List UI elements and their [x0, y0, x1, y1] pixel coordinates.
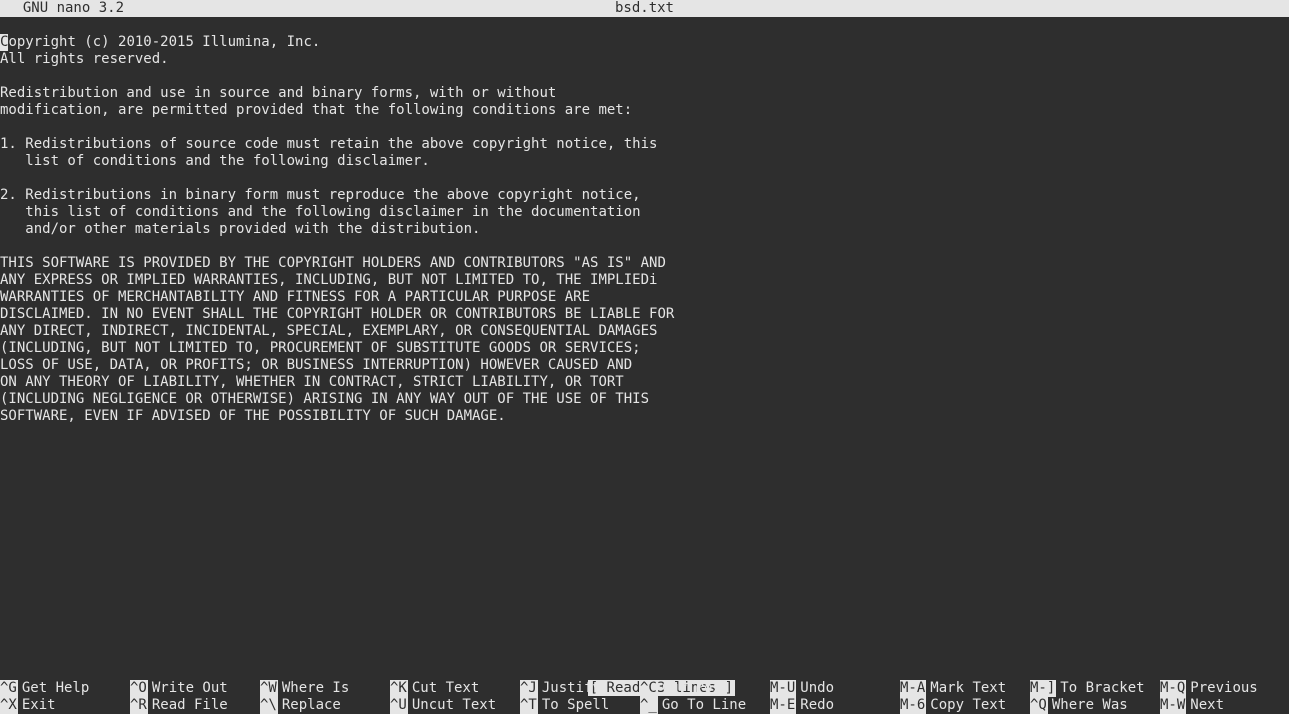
text-line[interactable]: and/or other materials provided with the…: [0, 221, 1289, 238]
shortcut-key: M-E: [770, 697, 796, 714]
text-line[interactable]: LOSS OF USE, DATA, OR PROFITS; OR BUSINE…: [0, 357, 1289, 374]
shortcut-key: ^J: [520, 680, 538, 697]
text-line[interactable]: (INCLUDING, BUT NOT LIMITED TO, PROCUREM…: [0, 340, 1289, 357]
text-line[interactable]: SOFTWARE, EVEN IF ADVISED OF THE POSSIBI…: [0, 408, 1289, 425]
shortcut-item[interactable]: ^RRead File: [130, 697, 260, 714]
shortcut-key: ^C: [640, 680, 658, 697]
shortcut-desc: To Spell: [538, 697, 609, 714]
shortcut-key: ^\: [260, 697, 278, 714]
text-line[interactable]: [0, 119, 1289, 136]
app-name: GNU nano 3.2: [0, 0, 124, 17]
shortcut-desc: Undo: [796, 680, 834, 697]
shortcut-desc: Previous: [1186, 680, 1257, 697]
text-line[interactable]: All rights reserved.: [0, 51, 1289, 68]
shortcut-desc: Next: [1186, 697, 1224, 714]
shortcut-key: M-6: [900, 697, 926, 714]
shortcut-desc: Go To Line: [658, 697, 746, 714]
text-line[interactable]: [0, 238, 1289, 255]
shortcut-key: ^O: [130, 680, 148, 697]
text-line[interactable]: Redistribution and use in source and bin…: [0, 85, 1289, 102]
shortcut-item[interactable]: ^_Go To Line: [640, 697, 770, 714]
shortcut-key: ^G: [0, 680, 18, 697]
text-line[interactable]: DISCLAIMED. IN NO EVENT SHALL THE COPYRI…: [0, 306, 1289, 323]
text-line[interactable]: THIS SOFTWARE IS PROVIDED BY THE COPYRIG…: [0, 255, 1289, 272]
shortcut-desc: To Bracket: [1056, 680, 1144, 697]
shortcut-key: ^R: [130, 697, 148, 714]
shortcut-desc: Cur Pos: [658, 680, 721, 697]
text-line[interactable]: 1. Redistributions of source code must r…: [0, 136, 1289, 153]
shortcut-item[interactable]: ^OWrite Out: [130, 680, 260, 697]
shortcut-item[interactable]: ^\Replace: [260, 697, 390, 714]
shortcut-desc: Mark Text: [926, 680, 1006, 697]
shortcut-key: ^K: [390, 680, 408, 697]
shortcut-item[interactable]: ^GGet Help: [0, 680, 130, 697]
text-line[interactable]: WARRANTIES OF MERCHANTABILITY AND FITNES…: [0, 289, 1289, 306]
text-line[interactable]: list of conditions and the following dis…: [0, 153, 1289, 170]
shortcut-key: ^W: [260, 680, 278, 697]
shortcut-desc: Where Is: [278, 680, 349, 697]
shortcut-key: ^Q: [1030, 697, 1048, 714]
shortcut-desc: Justify: [538, 680, 601, 697]
text-line[interactable]: (INCLUDING NEGLIGENCE OR OTHERWISE) ARIS…: [0, 391, 1289, 408]
text-line[interactable]: this list of conditions and the followin…: [0, 204, 1289, 221]
shortcut-desc: Get Help: [18, 680, 89, 697]
shortcut-row: ^GGet Help^OWrite Out^WWhere Is^KCut Tex…: [0, 680, 1289, 697]
shortcut-item[interactable]: ^QWhere Was: [1030, 697, 1160, 714]
text-line[interactable]: ANY EXPRESS OR IMPLIED WARRANTIES, INCLU…: [0, 272, 1289, 289]
shortcut-item[interactable]: ^CCur Pos: [640, 680, 770, 697]
shortcut-key: M-]: [1030, 680, 1056, 697]
shortcut-item[interactable]: ^KCut Text: [390, 680, 520, 697]
shortcut-row: ^XExit^RRead File^\Replace^UUncut Text^T…: [0, 697, 1289, 714]
shortcut-item[interactable]: M-QPrevious: [1160, 680, 1280, 697]
text-line[interactable]: ON ANY THEORY OF LIABILITY, WHETHER IN C…: [0, 374, 1289, 391]
shortcut-desc: Read File: [148, 697, 228, 714]
blank-line: [0, 17, 1289, 34]
shortcut-item[interactable]: ^TTo Spell: [520, 697, 640, 714]
title-bar: GNU nano 3.2 bsd.txt: [0, 0, 1289, 17]
shortcut-item[interactable]: M-ERedo: [770, 697, 900, 714]
shortcut-desc: Copy Text: [926, 697, 1006, 714]
shortcut-key: ^X: [0, 697, 18, 714]
shortcut-desc: Redo: [796, 697, 834, 714]
shortcut-item[interactable]: M-6Copy Text: [900, 697, 1030, 714]
text-line[interactable]: Copyright (c) 2010-2015 Illumina, Inc.: [0, 34, 1289, 51]
shortcut-desc: Where Was: [1048, 697, 1128, 714]
shortcut-key: M-W: [1160, 697, 1186, 714]
shortcut-key: M-U: [770, 680, 796, 697]
shortcut-item[interactable]: ^WWhere Is: [260, 680, 390, 697]
shortcut-bar: ^GGet Help^OWrite Out^WWhere Is^KCut Tex…: [0, 680, 1289, 714]
shortcut-key: ^_: [640, 697, 658, 714]
text-line[interactable]: ANY DIRECT, INDIRECT, INCIDENTAL, SPECIA…: [0, 323, 1289, 340]
shortcut-desc: Replace: [278, 697, 341, 714]
shortcut-key: M-A: [900, 680, 926, 697]
text-line[interactable]: modification, are permitted provided tha…: [0, 102, 1289, 119]
text-line[interactable]: [0, 170, 1289, 187]
nano-screen: GNU nano 3.2 bsd.txt Copyright (c) 2010-…: [0, 0, 1289, 714]
shortcut-key: M-Q: [1160, 680, 1186, 697]
shortcut-item[interactable]: ^UUncut Text: [390, 697, 520, 714]
shortcut-desc: Write Out: [148, 680, 228, 697]
text-line[interactable]: 2. Redistributions in binary form must r…: [0, 187, 1289, 204]
shortcut-item[interactable]: ^XExit: [0, 697, 130, 714]
shortcut-item[interactable]: M-]To Bracket: [1030, 680, 1160, 697]
editor-area[interactable]: Copyright (c) 2010-2015 Illumina, Inc.Al…: [0, 34, 1289, 663]
text-line[interactable]: [0, 68, 1289, 85]
shortcut-key: ^U: [390, 697, 408, 714]
shortcut-item[interactable]: M-AMark Text: [900, 680, 1030, 697]
shortcut-desc: Exit: [18, 697, 56, 714]
shortcut-desc: Cut Text: [408, 680, 479, 697]
shortcut-item[interactable]: M-WNext: [1160, 697, 1280, 714]
shortcut-desc: Uncut Text: [408, 697, 496, 714]
shortcut-item[interactable]: M-UUndo: [770, 680, 900, 697]
shortcut-item[interactable]: ^JJustify: [520, 680, 640, 697]
shortcut-key: ^T: [520, 697, 538, 714]
status-bar: [ Read 23 lines ]: [0, 663, 1289, 680]
file-name: bsd.txt: [0, 0, 1289, 17]
